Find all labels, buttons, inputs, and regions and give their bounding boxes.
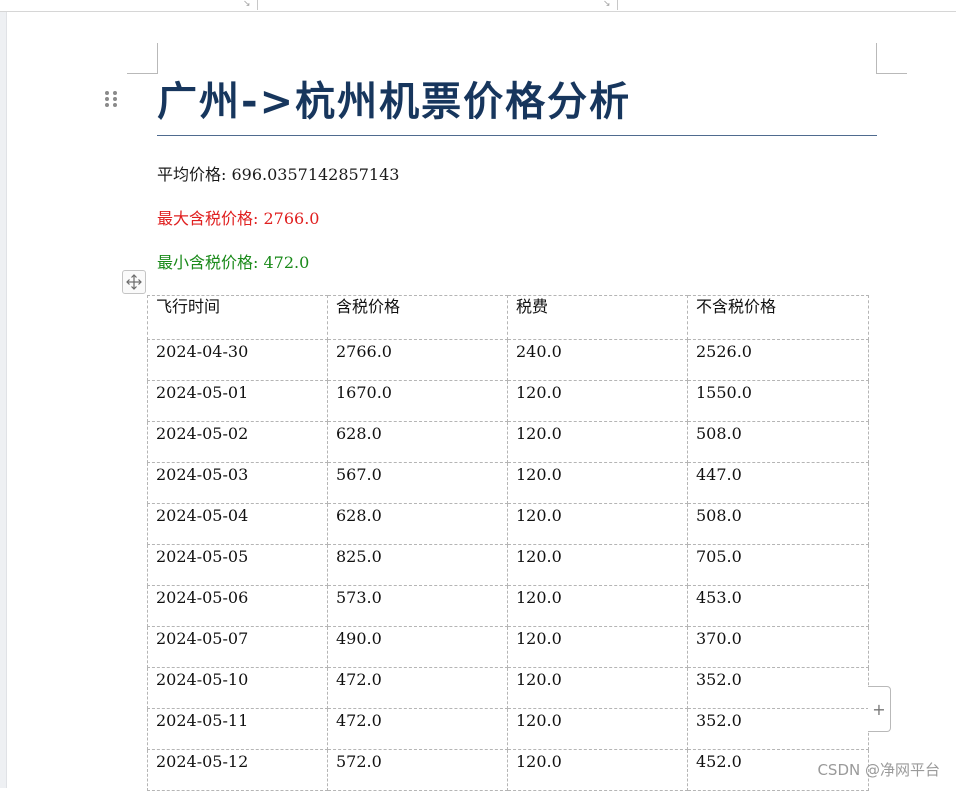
cell-price-without-tax[interactable]: 508.0: [687, 421, 869, 463]
table-row: 2024-05-11 472.0 120.0 352.0: [147, 708, 869, 750]
cell-flight-time[interactable]: 2024-04-30: [147, 339, 328, 381]
cell-tax[interactable]: 120.0: [507, 585, 688, 627]
table-row: 2024-05-05 825.0 120.0 705.0: [147, 544, 869, 586]
cell-tax[interactable]: 120.0: [507, 544, 688, 586]
cell-tax[interactable]: 120.0: [507, 667, 688, 709]
cell-price-with-tax[interactable]: 1670.0: [327, 380, 508, 422]
cell-price-without-tax[interactable]: 453.0: [687, 585, 869, 627]
cell-price-without-tax[interactable]: 447.0: [687, 462, 869, 504]
cell-price-without-tax[interactable]: 705.0: [687, 544, 869, 586]
cell-flight-time[interactable]: 2024-05-03: [147, 462, 328, 504]
title-underline: [157, 135, 877, 136]
table-row: 2024-05-12 572.0 120.0 452.0: [147, 749, 869, 791]
average-price-text[interactable]: 平均价格: 696.0357142857143: [157, 165, 399, 185]
max-price-text[interactable]: 最大含税价格: 2766.0: [157, 209, 319, 229]
page-left-margin: [0, 12, 7, 788]
cell-price-without-tax[interactable]: 352.0: [687, 708, 869, 750]
cell-flight-time[interactable]: 2024-05-05: [147, 544, 328, 586]
table-row: 2024-05-07 490.0 120.0 370.0: [147, 626, 869, 668]
ruler-indent-marker[interactable]: ↘: [243, 0, 251, 9]
table-row: 2024-05-04 628.0 120.0 508.0: [147, 503, 869, 545]
cell-price-with-tax[interactable]: 472.0: [327, 667, 508, 709]
cell-tax[interactable]: 120.0: [507, 462, 688, 504]
table-row: 2024-05-10 472.0 120.0 352.0: [147, 667, 869, 709]
column-header-flight-time[interactable]: 飞行时间: [147, 295, 328, 340]
cell-flight-time[interactable]: 2024-05-11: [147, 708, 328, 750]
cell-tax[interactable]: 120.0: [507, 626, 688, 668]
ruler-tick: [257, 0, 258, 10]
cell-flight-time[interactable]: 2024-05-10: [147, 667, 328, 709]
min-price-text[interactable]: 最小含税价格: 472.0: [157, 253, 309, 273]
cell-price-with-tax[interactable]: 573.0: [327, 585, 508, 627]
column-header-tax[interactable]: 税费: [507, 295, 688, 340]
cell-price-with-tax[interactable]: 572.0: [327, 749, 508, 791]
cell-flight-time[interactable]: 2024-05-12: [147, 749, 328, 791]
table-row: 2024-05-06 573.0 120.0 453.0: [147, 585, 869, 627]
cell-flight-time[interactable]: 2024-05-02: [147, 421, 328, 463]
cell-price-without-tax[interactable]: 352.0: [687, 667, 869, 709]
cell-tax[interactable]: 120.0: [507, 421, 688, 463]
cell-tax[interactable]: 120.0: [507, 380, 688, 422]
ruler-tick: [617, 0, 618, 10]
price-table: 飞行时间 含税价格 税费 不含税价格 2024-04-30 2766.0 240.0…: [147, 295, 869, 791]
drag-handle-icon[interactable]: [105, 91, 119, 111]
ruler-indent-marker[interactable]: ↘: [603, 0, 611, 9]
cell-price-with-tax[interactable]: 567.0: [327, 462, 508, 504]
cell-price-with-tax[interactable]: 628.0: [327, 503, 508, 545]
table-header-row: 飞行时间 含税价格 税费 不含税价格: [147, 295, 869, 340]
column-header-price-with-tax[interactable]: 含税价格: [327, 295, 508, 340]
cell-tax[interactable]: 120.0: [507, 503, 688, 545]
table-row: 2024-04-30 2766.0 240.0 2526.0: [147, 339, 869, 381]
cell-flight-time[interactable]: 2024-05-07: [147, 626, 328, 668]
cell-price-with-tax[interactable]: 472.0: [327, 708, 508, 750]
watermark: CSDN @净网平台: [817, 761, 940, 779]
cell-price-with-tax[interactable]: 825.0: [327, 544, 508, 586]
cell-price-without-tax[interactable]: 2526.0: [687, 339, 869, 381]
cell-price-without-tax[interactable]: 1550.0: [687, 380, 869, 422]
page-title[interactable]: 广州->杭州机票价格分析: [157, 74, 877, 130]
table-row: 2024-05-02 628.0 120.0 508.0: [147, 421, 869, 463]
cell-flight-time[interactable]: 2024-05-04: [147, 503, 328, 545]
cell-tax[interactable]: 240.0: [507, 339, 688, 381]
cell-price-with-tax[interactable]: 628.0: [327, 421, 508, 463]
move-icon-glyph: [126, 274, 142, 290]
cell-price-with-tax[interactable]: 2766.0: [327, 339, 508, 381]
column-header-price-without-tax[interactable]: 不含税价格: [687, 295, 869, 340]
cell-flight-time[interactable]: 2024-05-06: [147, 585, 328, 627]
cell-tax[interactable]: 120.0: [507, 708, 688, 750]
table-row: 2024-05-03 567.0 120.0 447.0: [147, 462, 869, 504]
move-icon[interactable]: [122, 270, 146, 294]
cell-price-without-tax[interactable]: 508.0: [687, 503, 869, 545]
page-corner-mark-top-right: [876, 43, 907, 74]
cell-flight-time[interactable]: 2024-05-01: [147, 380, 328, 422]
page-corner-mark-top-left: [127, 43, 158, 74]
table-row: 2024-05-01 1670.0 120.0 1550.0: [147, 380, 869, 422]
horizontal-ruler: ↘ ↘: [0, 0, 956, 12]
add-row-button[interactable]: +: [868, 686, 891, 732]
cell-price-without-tax[interactable]: 370.0: [687, 626, 869, 668]
cell-price-with-tax[interactable]: 490.0: [327, 626, 508, 668]
cell-tax[interactable]: 120.0: [507, 749, 688, 791]
